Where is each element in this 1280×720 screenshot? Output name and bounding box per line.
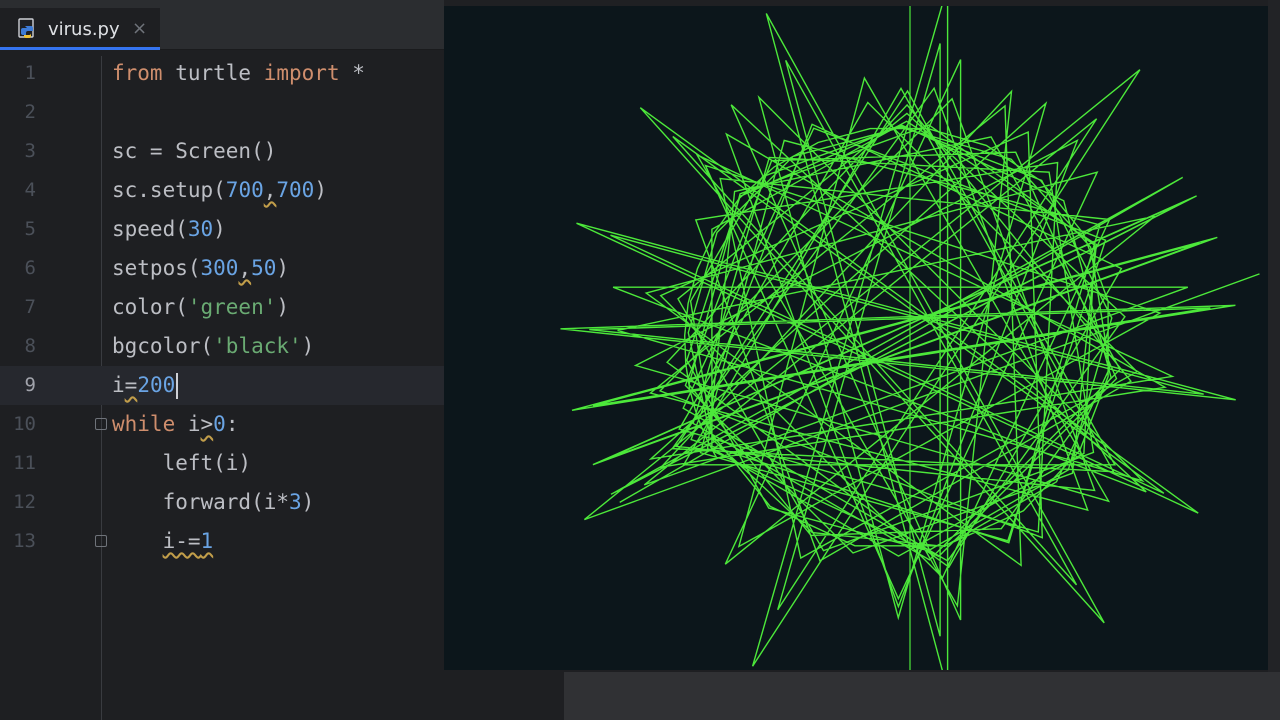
code-line-11[interactable]: 11 left(i) [0, 444, 444, 483]
fold-end-icon[interactable] [95, 535, 107, 547]
editor-tab-bar: virus.py × [0, 0, 444, 50]
python-file-icon [18, 18, 34, 38]
code-text: while i>0: [112, 412, 239, 436]
turtle-canvas [444, 6, 1268, 670]
line-number: 5 [24, 218, 36, 240]
code-line-7[interactable]: 7 color('green') [0, 288, 444, 327]
tab-filename: virus.py [48, 18, 120, 40]
text-caret [176, 373, 179, 399]
line-number: 8 [24, 335, 36, 357]
code-text: color('green') [112, 295, 290, 319]
turtle-drawing [444, 6, 1268, 670]
code-text: speed(30) [112, 217, 226, 241]
fold-icon[interactable] [95, 418, 107, 430]
window-right-edge [1268, 0, 1280, 672]
code-text: left(i) [112, 451, 252, 475]
code-text: sc = Screen() [112, 139, 277, 163]
code-text: i-=1 [162, 529, 214, 553]
code-line-6[interactable]: 6 setpos(300,50) [0, 249, 444, 288]
line-number: 11 [13, 452, 36, 474]
code-line-8[interactable]: 8 bgcolor('black') [0, 327, 444, 366]
tab-virus-py[interactable]: virus.py × [0, 6, 160, 50]
code-text: sc.setup(700,700) [112, 178, 327, 202]
code-text: bgcolor('black') [112, 334, 315, 358]
code-line-2[interactable]: 2 [0, 93, 444, 132]
code-line-10[interactable]: 10 while i>0: [0, 405, 444, 444]
code-text: from turtle import * [112, 61, 365, 85]
line-number: 9 [24, 374, 36, 396]
line-number: 6 [24, 257, 36, 279]
code-editor[interactable]: virus.py × 1 from turtle import * 2 3 sc… [0, 0, 444, 720]
code-line-4[interactable]: 4 sc.setup(700,700) [0, 171, 444, 210]
code-text: forward(i*3) [112, 490, 315, 514]
line-number: 4 [24, 179, 36, 201]
code-line-5[interactable]: 5 speed(30) [0, 210, 444, 249]
code-text: setpos(300,50) [112, 256, 290, 280]
line-number: 13 [13, 530, 36, 552]
code-line-12[interactable]: 12 forward(i*3) [0, 483, 444, 522]
line-number: 12 [13, 491, 36, 513]
line-number: 7 [24, 296, 36, 318]
close-icon[interactable]: × [132, 18, 147, 39]
line-number: 1 [24, 62, 36, 84]
code-line-9[interactable]: 9 i=200 [0, 366, 444, 405]
code-line-1[interactable]: 1 from turtle import * [0, 54, 444, 93]
window-bottom-strip [564, 672, 1280, 720]
code-line-13[interactable]: 13 i-=1 [0, 522, 444, 561]
line-number: 3 [24, 140, 36, 162]
line-number: 2 [24, 101, 36, 123]
code-text: i=200 [112, 366, 179, 405]
code-line-3[interactable]: 3 sc = Screen() [0, 132, 444, 171]
line-number: 10 [13, 413, 36, 435]
